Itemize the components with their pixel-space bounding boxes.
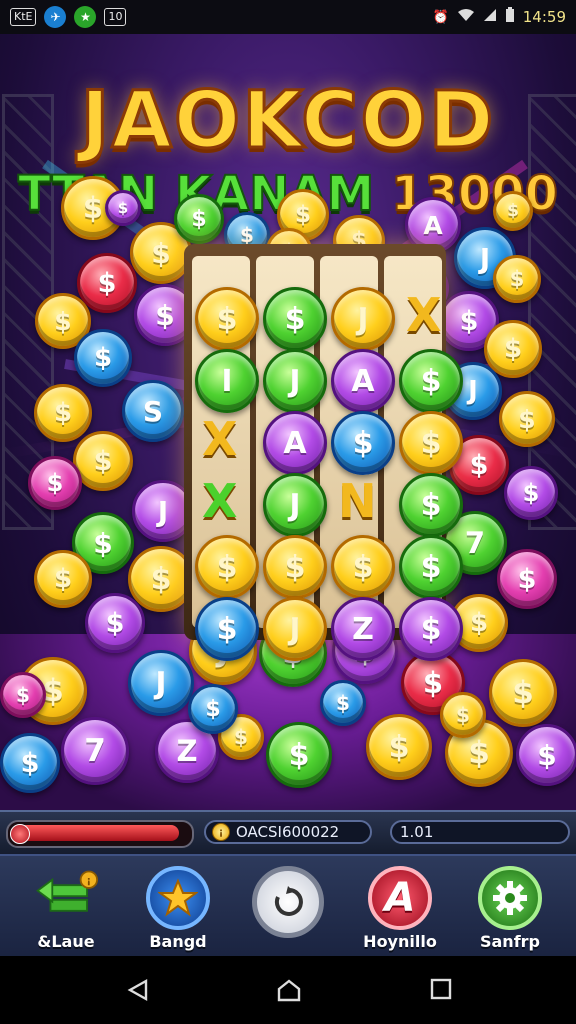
nav-settings-button[interactable]: Sanfrp (460, 866, 560, 954)
progress-gem-icon (10, 824, 30, 844)
decor-coin: $ (493, 255, 541, 303)
svg-text:¡: ¡ (87, 875, 92, 886)
decor-coin: $ (34, 550, 92, 608)
decor-coin: $ (440, 692, 486, 738)
reel-symbol: $ (263, 287, 327, 351)
alarm-icon: ⏰ (432, 9, 449, 25)
reel-symbol: A (331, 349, 395, 413)
decor-coin: $ (0, 672, 46, 718)
decor-coin: $ (489, 659, 557, 727)
decor-coin: $ (497, 549, 557, 609)
reel-symbol: X (202, 412, 238, 466)
decor-coin: $ (28, 456, 82, 510)
reel-symbol: J (263, 473, 327, 537)
decor-coin: $ (34, 384, 92, 442)
reel-symbol: $ (195, 535, 259, 599)
reel-symbol: Z (331, 597, 395, 661)
signal-icon (483, 8, 497, 26)
spin-button[interactable] (238, 866, 338, 954)
decor-coin: $ (366, 714, 432, 780)
reel-symbol: $ (195, 287, 259, 351)
decor-coin: $ (499, 391, 555, 447)
decor-coin: $ (73, 431, 133, 491)
nav-bonus-button[interactable]: Bangd (128, 866, 228, 954)
decor-coin: $ (85, 593, 145, 653)
reel-symbol: $ (399, 411, 463, 475)
reel-symbol: $ (399, 535, 463, 599)
decor-coin: J (128, 650, 194, 716)
letter-a-icon: A (368, 866, 432, 930)
battery-icon (505, 7, 515, 27)
reel-symbol: J (263, 597, 327, 661)
decor-coin: $ (493, 191, 533, 231)
decor-coin: $ (174, 194, 224, 244)
bet-value: 1.01 (400, 823, 434, 841)
game-scene: JAOKCOD TTAN KANAM 13000 $$$$$$$S$$J$$$$… (0, 34, 576, 810)
nav-holiday-label: Hoynillo (363, 932, 437, 951)
decor-coin: $ (74, 329, 132, 387)
reel-symbol: J (263, 349, 327, 413)
recents-icon[interactable] (430, 978, 452, 1004)
bet-display: 1.01 (390, 820, 570, 844)
clock: 14:59 (522, 8, 566, 26)
reel-symbol: $ (263, 535, 327, 599)
reel-symbol: $ (399, 473, 463, 537)
bottom-nav: ¡ &Laue Bangd A Hoynillo Sanfrp (0, 854, 576, 958)
game-title: JAOKCOD (79, 75, 496, 168)
reel-symbol: $ (195, 597, 259, 661)
reel-symbol: $ (399, 597, 463, 661)
app-badge: KtE (10, 8, 37, 26)
decor-coin: $ (77, 253, 137, 313)
decor-coin: $ (0, 733, 60, 793)
reel-symbol: $ (331, 535, 395, 599)
reel-symbol: J (331, 287, 395, 351)
reel-symbol: $ (399, 349, 463, 413)
reel-symbol: A (263, 411, 327, 475)
spin-icon (252, 866, 324, 938)
gear-icon (478, 866, 542, 930)
star-notification-icon: ★ (74, 6, 97, 28)
nav-settings-label: Sanfrp (479, 932, 540, 951)
arrow-left-icon: ¡ (34, 866, 98, 930)
decor-coin: 7 (61, 717, 129, 785)
coin-icon: ¡ (212, 823, 230, 841)
progress-fill (12, 825, 179, 841)
reel-symbol: N (338, 474, 377, 528)
nav-bonus-label: Bangd (149, 932, 207, 951)
nav-leave-label: &Laue (37, 932, 95, 951)
decor-coin: $ (105, 190, 141, 226)
notification-icon: ✈ (44, 6, 67, 28)
progress-meter (6, 820, 194, 848)
decor-coin: $ (266, 722, 332, 788)
nav-leave-button[interactable]: ¡ &Laue (16, 866, 116, 954)
reel-symbol: $ (331, 411, 395, 475)
level-badge: 10 (104, 8, 127, 26)
nav-holiday-button[interactable]: A Hoynillo (350, 866, 450, 954)
back-icon[interactable] (126, 978, 150, 1006)
decor-coin: $ (320, 680, 366, 726)
status-bar: KtE ✈ ★ 10 ⏰ 14:59 (0, 0, 576, 34)
star-icon (146, 866, 210, 930)
balance-display: ¡ OACSI600022 (204, 820, 372, 844)
reel-symbol: X (406, 288, 442, 342)
home-icon[interactable] (276, 978, 302, 1006)
system-nav-bar (0, 956, 576, 1024)
decor-coin: $ (504, 466, 558, 520)
balance-value: OACSI600022 (236, 823, 340, 841)
reel-symbol: I (195, 349, 259, 413)
decor-coin: $ (188, 684, 238, 734)
decor-coin: $ (516, 724, 576, 786)
reel-symbol: X (202, 474, 238, 528)
decor-coin: S (122, 380, 184, 442)
hud-bar: ¡ OACSI600022 1.01 (0, 810, 576, 856)
wifi-icon (457, 8, 475, 26)
